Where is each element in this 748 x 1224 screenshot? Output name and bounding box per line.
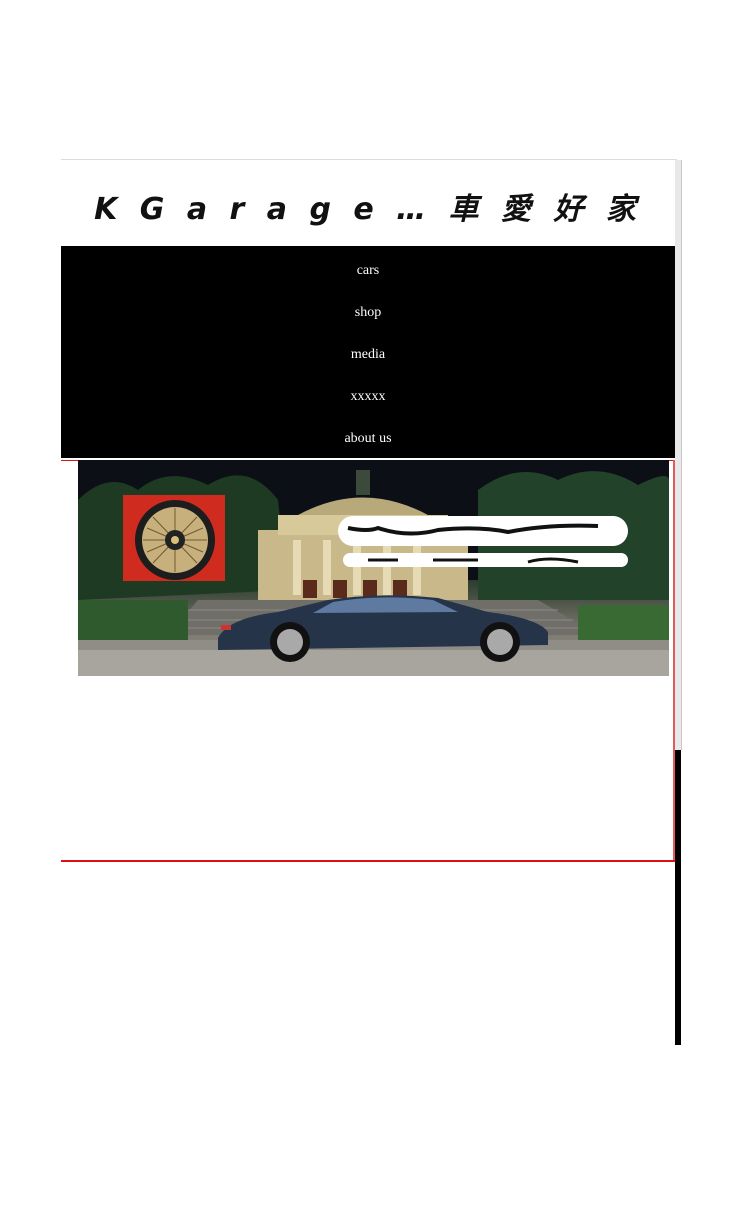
banner-image [78,460,669,676]
scrollbar-thumb[interactable] [675,160,682,750]
nav-item-xxxxx[interactable]: xxxxx [351,376,386,418]
nav-item-media[interactable]: media [351,334,385,376]
content-divider-bottom [61,860,675,862]
main-nav: cars shop media xxxxx about us [61,246,675,458]
page-frame: K G a r a g e … 車 愛 好 家 cars shop media … [61,159,677,1046]
nav-item-cars[interactable]: cars [357,250,380,292]
wheel-thumbnail [123,495,225,581]
site-title: K G a r a g e … 車 愛 好 家 [94,192,642,227]
site-header: K G a r a g e … 車 愛 好 家 [61,160,675,246]
nav-item-about-us[interactable]: about us [344,418,391,460]
wheel-photo [123,495,225,581]
nav-item-shop[interactable]: shop [355,292,381,334]
